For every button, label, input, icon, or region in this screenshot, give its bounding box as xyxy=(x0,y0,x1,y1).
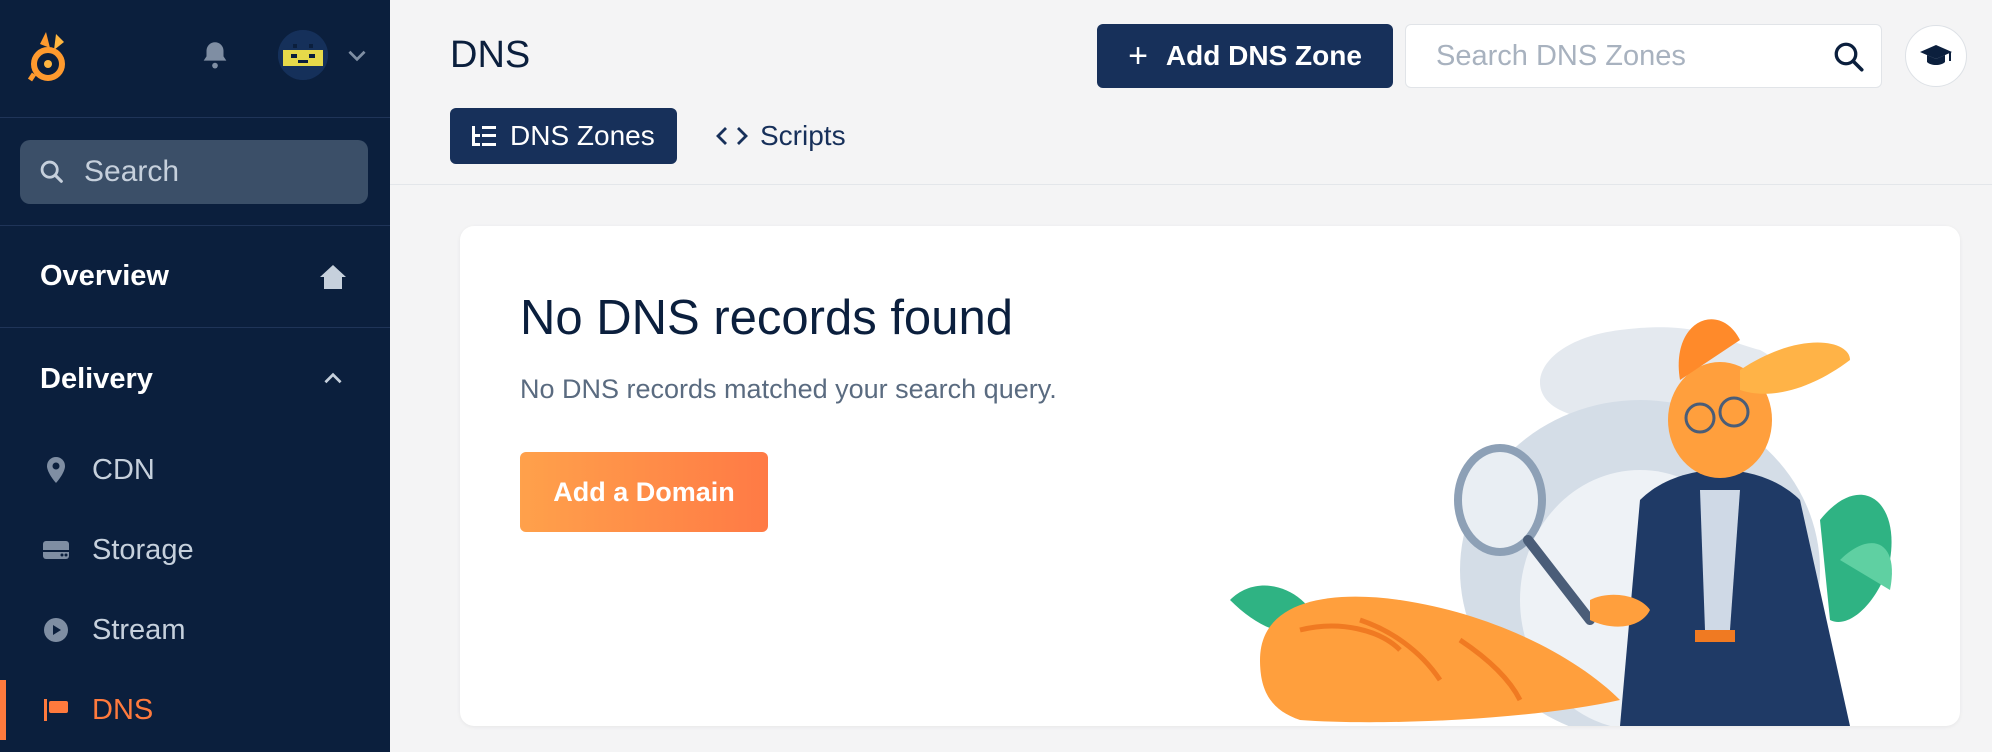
search-icon[interactable] xyxy=(1831,39,1867,75)
play-icon xyxy=(42,616,70,644)
sidebar: Search Overview Delivery CDN Storage Str… xyxy=(0,0,390,752)
sidebar-section-delivery[interactable]: Delivery xyxy=(0,328,390,430)
tab-scripts[interactable]: Scripts xyxy=(716,108,846,164)
learn-button[interactable] xyxy=(1905,25,1967,87)
sidebar-item-overview[interactable]: Overview xyxy=(0,226,390,328)
sidebar-item-label: CDN xyxy=(92,453,155,486)
graduation-cap-icon xyxy=(1920,45,1952,65)
sidebar-item-storage[interactable]: Storage xyxy=(0,510,390,590)
sidebar-search-section: Search xyxy=(0,118,390,226)
plus-icon: + xyxy=(1128,37,1148,75)
search-icon xyxy=(40,160,63,183)
bell-icon[interactable] xyxy=(198,38,232,72)
search-dns-zones-input[interactable]: Search DNS Zones xyxy=(1405,24,1882,88)
tab-label: DNS Zones xyxy=(510,120,655,151)
page-title: DNS xyxy=(450,34,531,76)
drive-icon xyxy=(42,536,70,564)
chevron-down-icon[interactable] xyxy=(344,42,370,68)
add-dns-zone-button[interactable]: + Add DNS Zone xyxy=(1097,24,1393,88)
sidebar-item-dns[interactable]: DNS xyxy=(0,670,390,750)
sidebar-header xyxy=(0,0,390,118)
sidebar-item-label: DNS xyxy=(92,693,154,726)
search-placeholder: Search DNS Zones xyxy=(1436,39,1686,72)
sidebar-search-label: Search xyxy=(84,155,180,188)
bunny-detective-illustration xyxy=(1230,319,1892,726)
sidebar-item-stream[interactable]: Stream xyxy=(0,590,390,670)
sidebar-item-label: Storage xyxy=(92,533,194,566)
add-dns-zone-label: Add DNS Zone xyxy=(1165,40,1362,71)
flag-icon xyxy=(42,696,70,724)
empty-state-card: No DNS records found No DNS records matc… xyxy=(460,226,1960,726)
location-pin-icon xyxy=(42,456,70,484)
avatar[interactable] xyxy=(278,30,328,80)
chevron-up-icon xyxy=(324,372,342,384)
sidebar-item-label: Stream xyxy=(92,613,186,646)
list-tree-icon xyxy=(472,126,496,146)
code-icon xyxy=(716,127,748,145)
tab-label: Scripts xyxy=(760,120,846,151)
sidebar-search-input[interactable]: Search xyxy=(20,140,368,204)
bunny-logo-icon[interactable] xyxy=(26,30,72,82)
empty-state-heading: No DNS records found xyxy=(520,291,1013,345)
tab-dns-zones[interactable]: DNS Zones xyxy=(450,108,677,164)
sidebar-section-label: Delivery xyxy=(40,362,153,395)
home-icon xyxy=(320,264,346,289)
sidebar-item-cdn[interactable]: CDN xyxy=(0,430,390,510)
add-domain-button[interactable]: Add a Domain xyxy=(520,452,768,532)
header-divider xyxy=(390,184,1992,185)
empty-state-description: No DNS records matched your search query… xyxy=(520,374,1057,404)
sidebar-item-label: Overview xyxy=(40,260,169,292)
